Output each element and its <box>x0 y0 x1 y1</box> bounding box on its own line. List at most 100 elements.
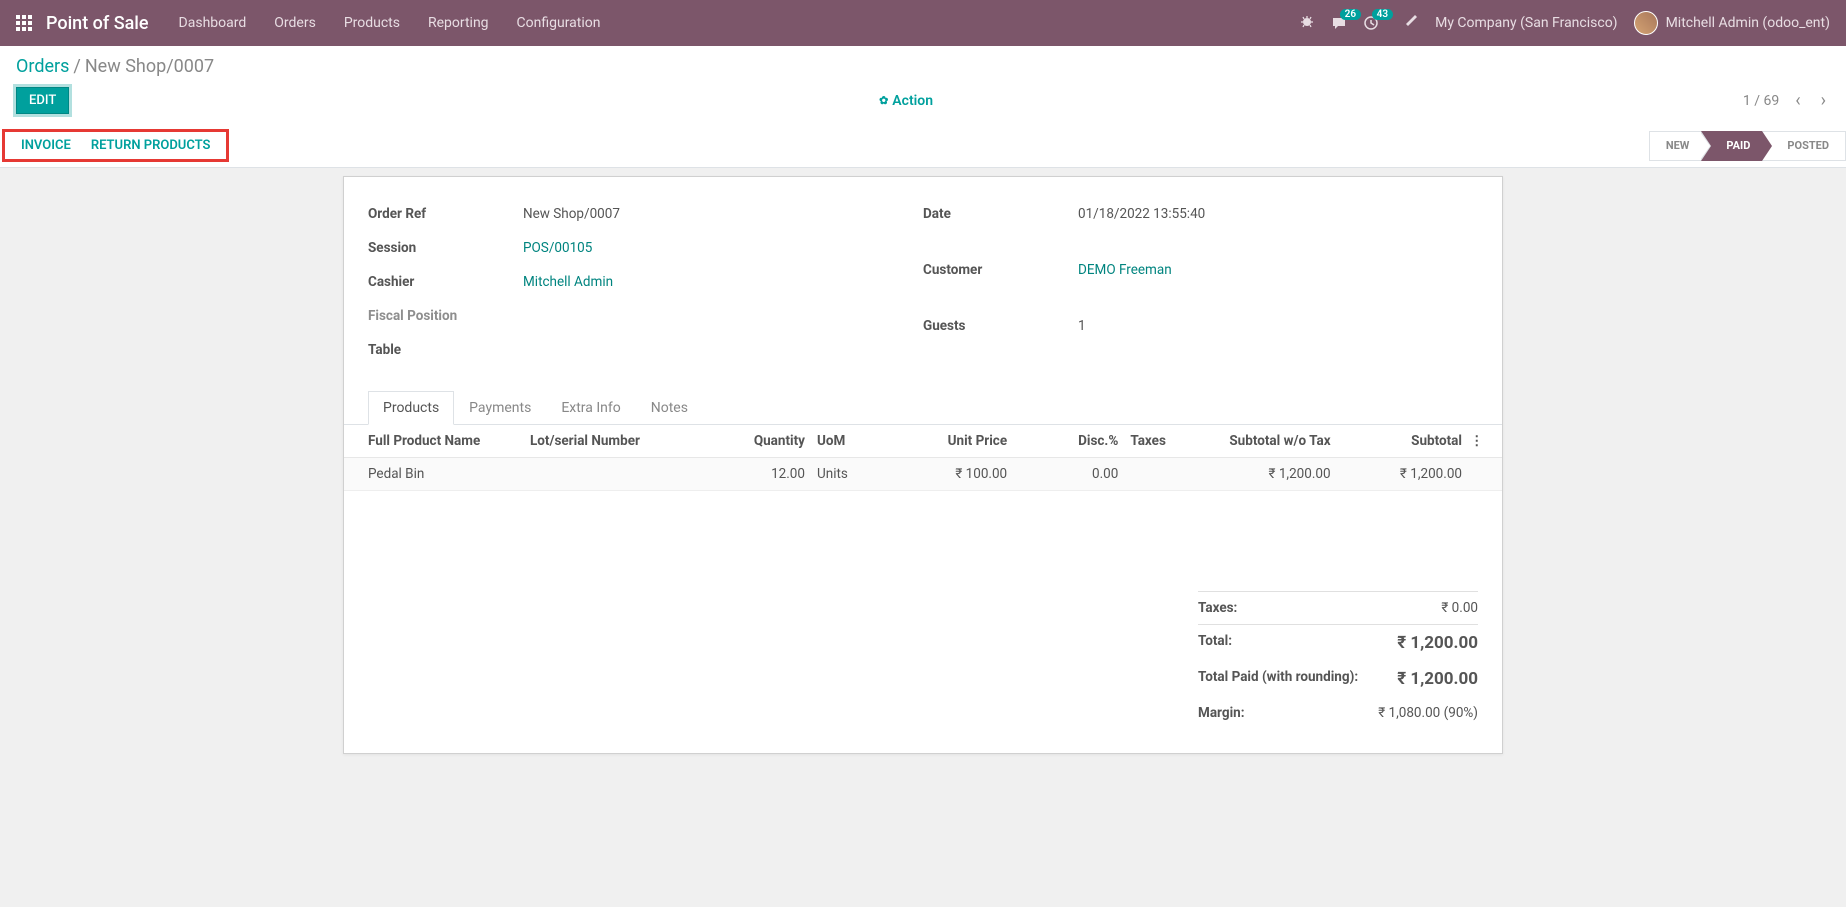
form-col-left: Order Ref New Shop/0007 Session POS/0010… <box>368 201 923 371</box>
gear-icon: ✿ <box>879 94 888 107</box>
nav-right: 26 43 My Company (San Francisco) Mitchel… <box>1299 11 1830 35</box>
breadcrumb-parent[interactable]: Orders <box>16 56 69 77</box>
chat-badge: 26 <box>1340 9 1361 20</box>
activity-icon[interactable]: 43 <box>1363 15 1379 31</box>
highlighted-actions: INVOICE RETURN PRODUCTS <box>2 129 229 162</box>
taxes-label: Taxes: <box>1198 600 1237 616</box>
order-ref-label: Order Ref <box>368 206 523 222</box>
nav-item-configuration[interactable]: Configuration <box>517 15 601 31</box>
nav-item-dashboard[interactable]: Dashboard <box>179 15 247 31</box>
status-ribbon: NEW PAID POSTED <box>1649 131 1846 161</box>
action-label: Action <box>892 93 933 109</box>
th-lot[interactable]: Lot/serial Number <box>526 425 728 458</box>
breadcrumb-current: New Shop/0007 <box>85 56 214 77</box>
action-bar: INVOICE RETURN PRODUCTS NEW PAID POSTED <box>0 124 1846 168</box>
user-profile[interactable]: Mitchell Admin (odoo_ent) <box>1634 11 1830 35</box>
total-total: Total: ₹ 1,200.00 <box>1198 624 1478 661</box>
field-cashier: Cashier Mitchell Admin <box>368 269 923 295</box>
guests-label: Guests <box>923 318 1078 334</box>
margin-label: Margin: <box>1198 705 1245 721</box>
edit-button[interactable]: EDIT <box>16 87 69 114</box>
order-lines-table: Full Product Name Lot/serial Number Quan… <box>344 425 1502 491</box>
date-label: Date <box>923 206 1078 222</box>
table-label: Table <box>368 342 523 358</box>
invoice-button[interactable]: INVOICE <box>21 138 71 153</box>
pager-text: 1 / 69 <box>1743 93 1779 109</box>
cell-uom: Units <box>809 458 900 491</box>
cell-taxes <box>1122 458 1183 491</box>
total-label: Total: <box>1198 633 1232 653</box>
customer-label: Customer <box>923 262 1078 278</box>
chat-icon[interactable]: 26 <box>1331 15 1347 31</box>
top-nav: Point of Sale Dashboard Orders Products … <box>0 0 1846 46</box>
tab-extra-info[interactable]: Extra Info <box>546 391 635 425</box>
th-subtotal-wo[interactable]: Subtotal w/o Tax <box>1183 425 1335 458</box>
field-date: Date 01/18/2022 13:55:40 <box>923 201 1478 227</box>
tools-icon[interactable] <box>1403 13 1419 33</box>
tab-payments[interactable]: Payments <box>454 391 546 425</box>
nav-item-reporting[interactable]: Reporting <box>428 15 489 31</box>
cell-lot <box>526 458 728 491</box>
nav-item-products[interactable]: Products <box>344 15 400 31</box>
session-label: Session <box>368 240 523 256</box>
cell-empty <box>1466 458 1502 491</box>
totals-inner: Taxes: ₹ 0.00 Total: ₹ 1,200.00 Total Pa… <box>1198 591 1478 729</box>
totals: Taxes: ₹ 0.00 Total: ₹ 1,200.00 Total Pa… <box>344 591 1502 729</box>
cell-unit-price: ₹ 100.00 <box>900 458 1011 491</box>
th-subtotal[interactable]: Subtotal <box>1335 425 1466 458</box>
cashier-value[interactable]: Mitchell Admin <box>523 274 613 290</box>
cell-qty: 12.00 <box>728 458 809 491</box>
debug-icon[interactable] <box>1299 13 1315 33</box>
paid-value: ₹ 1,200.00 <box>1397 669 1478 689</box>
control-center: ✿ Action <box>69 93 1743 109</box>
table-row[interactable]: Pedal Bin 12.00 Units ₹ 100.00 0.00 ₹ 1,… <box>344 458 1502 491</box>
taxes-value: ₹ 0.00 <box>1441 600 1478 616</box>
pager-next[interactable]: › <box>1817 90 1830 111</box>
cashier-label: Cashier <box>368 274 523 290</box>
breadcrumb-sep: / <box>73 56 80 77</box>
breadcrumb: Orders / New Shop/0007 <box>0 46 1846 77</box>
th-menu-icon[interactable]: ⋮ <box>1466 425 1502 458</box>
customer-value[interactable]: DEMO Freeman <box>1078 262 1172 278</box>
th-unit-price[interactable]: Unit Price <box>900 425 1011 458</box>
return-products-button[interactable]: RETURN PRODUCTS <box>91 138 211 153</box>
field-customer: Customer DEMO Freeman <box>923 257 1478 283</box>
pager-prev[interactable]: ‹ <box>1791 90 1804 111</box>
total-value: ₹ 1,200.00 <box>1397 633 1478 653</box>
field-order-ref: Order Ref New Shop/0007 <box>368 201 923 227</box>
total-margin: Margin: ₹ 1,080.00 (90%) <box>1198 697 1478 729</box>
date-value: 01/18/2022 13:55:40 <box>1078 206 1205 222</box>
user-name: Mitchell Admin (odoo_ent) <box>1666 15 1830 31</box>
form-wrapper: Order Ref New Shop/0007 Session POS/0010… <box>0 168 1846 762</box>
guests-value: 1 <box>1078 318 1086 334</box>
total-taxes: Taxes: ₹ 0.00 <box>1198 591 1478 624</box>
th-qty[interactable]: Quantity <box>728 425 809 458</box>
margin-value: ₹ 1,080.00 (90%) <box>1378 705 1478 721</box>
activity-badge: 43 <box>1372 9 1393 20</box>
tab-products[interactable]: Products <box>368 391 454 425</box>
apps-icon[interactable] <box>16 15 32 31</box>
control-row: EDIT ✿ Action 1 / 69 ‹ › <box>0 77 1846 124</box>
form-fields: Order Ref New Shop/0007 Session POS/0010… <box>344 201 1502 391</box>
app-title: Point of Sale <box>46 13 149 34</box>
cell-subtotal: ₹ 1,200.00 <box>1335 458 1466 491</box>
company-selector[interactable]: My Company (San Francisco) <box>1435 15 1617 31</box>
status-new[interactable]: NEW <box>1649 131 1702 161</box>
th-disc[interactable]: Disc.% <box>1011 425 1122 458</box>
session-value[interactable]: POS/00105 <box>523 240 592 256</box>
action-dropdown[interactable]: ✿ Action <box>879 93 933 109</box>
cell-product: Pedal Bin <box>344 458 526 491</box>
tab-notes[interactable]: Notes <box>636 391 703 425</box>
th-uom[interactable]: UoM <box>809 425 900 458</box>
total-paid: Total Paid (with rounding): ₹ 1,200.00 <box>1198 661 1478 697</box>
pager: 1 / 69 ‹ › <box>1743 90 1830 111</box>
field-session: Session POS/00105 <box>368 235 923 261</box>
nav-item-orders[interactable]: Orders <box>274 15 316 31</box>
th-taxes[interactable]: Taxes <box>1122 425 1183 458</box>
nav-menu: Dashboard Orders Products Reporting Conf… <box>179 15 1300 31</box>
status-posted[interactable]: POSTED <box>1762 131 1846 161</box>
cell-subtotal-wo: ₹ 1,200.00 <box>1183 458 1335 491</box>
paid-label: Total Paid (with rounding): <box>1198 669 1358 689</box>
field-guests: Guests 1 <box>923 313 1478 339</box>
th-product[interactable]: Full Product Name <box>344 425 526 458</box>
